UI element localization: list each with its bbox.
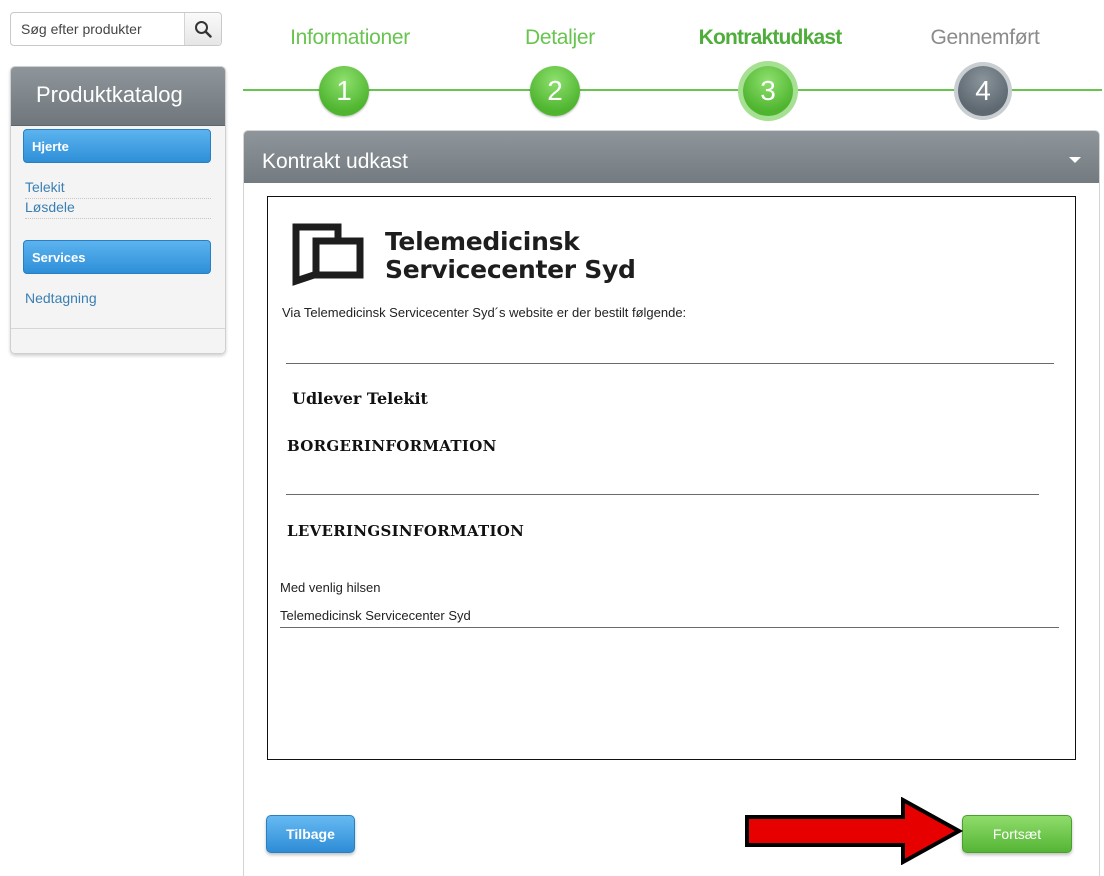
step-label-gennemfort: Gennemført xyxy=(930,26,1040,49)
search-input[interactable] xyxy=(11,13,186,45)
step-3-circle: 3 xyxy=(743,66,793,116)
section-leveringsinformation: LEVERINGSINFORMATION xyxy=(287,522,525,540)
step-1-circle[interactable]: 1 xyxy=(319,66,369,116)
step-2-circle[interactable]: 2 xyxy=(530,66,580,116)
collapse-caret-icon[interactable] xyxy=(1069,157,1081,163)
closing-text: Med venlig hilsen xyxy=(280,580,381,595)
search-icon xyxy=(195,21,212,38)
contract-panel: Kontrakt udkast Telemedicinsk Servicecen… xyxy=(243,130,1100,876)
back-button[interactable]: Tilbage xyxy=(266,815,355,853)
step-label-informationer: Informationer xyxy=(290,26,410,49)
signature-text: Telemedicinsk Servicecenter Syd xyxy=(280,608,471,623)
contract-document: Telemedicinsk Servicecenter Syd Via Tele… xyxy=(267,196,1076,760)
step-label-kontraktudkast: Kontraktudkast xyxy=(698,26,843,49)
logo-line-2: Servicecenter Syd xyxy=(385,255,636,284)
order-intro: Via Telemedicinsk Servicecenter Syd´s we… xyxy=(282,305,687,320)
sidebar-item-nedtagning[interactable]: Nedtagning xyxy=(25,289,211,309)
sidebar-item-telekit[interactable]: Telekit xyxy=(25,178,211,199)
category-hjerte[interactable]: Hjerte xyxy=(23,129,211,163)
panel-title: Kontrakt udkast xyxy=(262,150,408,173)
panel-header[interactable]: Kontrakt udkast xyxy=(244,131,1099,183)
product-catalog: Produktkatalog Hjerte Telekit Løsdele Se… xyxy=(10,66,226,354)
company-logo-icon xyxy=(292,223,364,286)
step-label-detaljer: Detaljer xyxy=(525,26,595,49)
continue-button[interactable]: Fortsæt xyxy=(962,815,1072,853)
search-button[interactable] xyxy=(184,13,221,45)
catalog-title: Produktkatalog xyxy=(11,67,225,126)
red-arrow-icon xyxy=(745,797,964,865)
product-search xyxy=(10,12,222,46)
company-logo-text: Telemedicinsk Servicecenter Syd xyxy=(385,228,636,284)
catalog-footer xyxy=(11,328,225,353)
logo-line-1: Telemedicinsk xyxy=(385,227,580,256)
divider xyxy=(286,494,1039,495)
signature-line xyxy=(280,627,1059,628)
sidebar-item-losdele[interactable]: Løsdele xyxy=(25,198,211,219)
category-services[interactable]: Services xyxy=(23,240,211,274)
divider xyxy=(286,363,1054,364)
step-4-circle: 4 xyxy=(958,66,1008,116)
order-heading: Udlever Telekit xyxy=(292,389,428,408)
section-borgerinformation: BORGERINFORMATION xyxy=(287,437,497,455)
catalog-body: Hjerte Telekit Løsdele Services Nedtagni… xyxy=(11,126,225,329)
